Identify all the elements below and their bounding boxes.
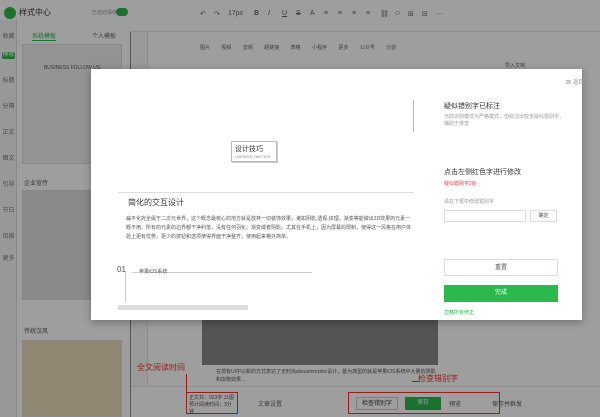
preview-divider (413, 100, 414, 132)
ignore-all-link[interactable]: 忽略所有修正 (444, 309, 474, 316)
step-vline (125, 272, 126, 302)
typo-count-hint: 疑似错别字2处 (444, 181, 477, 187)
typo-marked-desc: 当前识别模式为严格模式，但标注出较多疑似错别字，辅助于排查 (444, 114, 565, 127)
reset-button[interactable]: 重置 (444, 259, 558, 276)
design-tag: 设计技巧 / DESIGN TACTICS (231, 141, 277, 162)
typo-marked-title: 疑似错别字已标注 (444, 103, 500, 110)
confirm-button[interactable]: 确定 (530, 210, 557, 222)
preview-paragraph: 扁平化完全属于二次元世界，这个概念最核心的地方就是放弃一切装饰效果，诸如阴影,透… (126, 216, 412, 240)
fix-input[interactable] (444, 210, 526, 222)
typo-check-modal (91, 69, 582, 320)
fix-input-label: 请在下框中修改错别字 (444, 199, 495, 205)
modal-back-button[interactable]: ⊠ 返回 (566, 77, 585, 86)
section-rule (118, 192, 414, 193)
click-to-fix-title: 点击左侧红色字进行修改 (444, 169, 521, 176)
step-label: 苹果iOS系统 (139, 269, 168, 275)
section-title: 简化的交互设计 (126, 197, 186, 208)
preview-bar (118, 305, 248, 310)
done-button[interactable]: 完成 (444, 285, 558, 302)
